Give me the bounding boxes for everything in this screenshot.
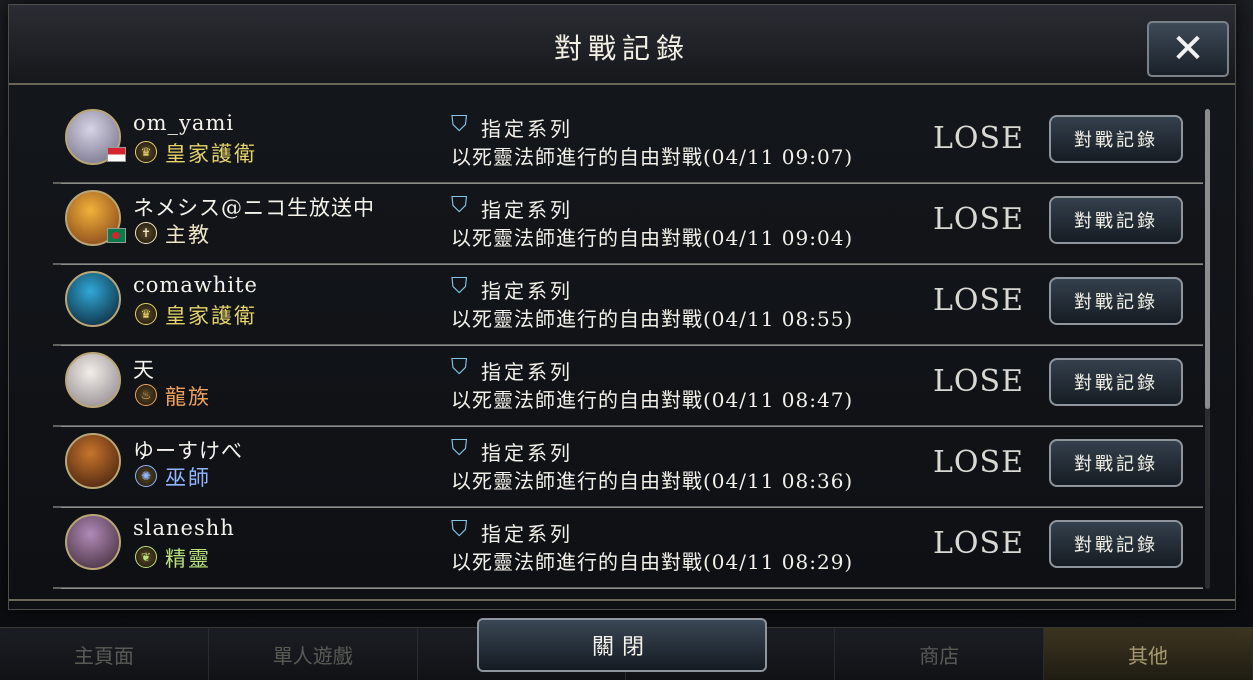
scrollbar-thumb[interactable] bbox=[1205, 109, 1210, 409]
match-result: LOSE bbox=[933, 445, 1024, 480]
dialog-divider bbox=[9, 599, 1235, 601]
view-replay-button[interactable]: 對戰記錄 bbox=[1049, 358, 1183, 406]
match-row: ネメシス@ニコ生放送中 ✝ 主教 ⛉ 指定系列以死靈法師進行的自由對戰(04/11 09… bbox=[53, 184, 1203, 265]
match-description: 以死靈法師進行的自由對戰(04/11 08:47) bbox=[451, 388, 854, 412]
format-shield-icon: ⛉ bbox=[451, 436, 468, 461]
opponent-name: slaneshh bbox=[133, 516, 235, 540]
elf-leaf-icon: ❦ bbox=[135, 546, 157, 568]
opponent-class: 巫師 bbox=[165, 466, 211, 490]
match-row: om_yami ♛ 皇家護衛 ⛉ 指定系列以死靈法師進行的自由對戰(04/11 09:0… bbox=[53, 103, 1203, 184]
format-shield-icon: ⛉ bbox=[451, 274, 468, 299]
opponent-class: 主教 bbox=[165, 223, 211, 247]
bishop-icon: ✝ bbox=[135, 222, 157, 244]
background-nav-item: 其他 bbox=[1044, 628, 1253, 680]
format-shield-icon: ⛉ bbox=[451, 355, 468, 380]
opponent-name: ネメシス@ニコ生放送中 bbox=[133, 196, 375, 220]
country-flag-icon bbox=[107, 147, 126, 162]
match-row: comawhite ♛ 皇家護衛 ⛉ 指定系列以死靈法師進行的自由對戰(04/11 08… bbox=[53, 265, 1203, 346]
country-flag-icon bbox=[107, 228, 126, 243]
match-result: LOSE bbox=[933, 202, 1024, 237]
opponent-avatar bbox=[65, 352, 121, 408]
opponent-avatar bbox=[65, 433, 121, 489]
format-label: 指定系列 bbox=[481, 279, 573, 303]
match-row: slaneshh ❦ 精靈 ⛉ 指定系列以死靈法師進行的自由對戰(04/11 08:29… bbox=[53, 508, 1203, 589]
view-replay-button[interactable]: 對戰記錄 bbox=[1049, 115, 1183, 163]
opponent-class: 龍族 bbox=[165, 385, 211, 409]
witch-icon: ✺ bbox=[135, 465, 157, 487]
format-label: 指定系列 bbox=[481, 117, 573, 141]
battle-record-dialog: 對戰記錄 ✕ om_yami ♛ 皇家護衛 ⛉ 指定系列 以死靈法師進行的自由對戰(04/… bbox=[8, 4, 1236, 610]
match-row: ゆーすけべ ✺ 巫師 ⛉ 指定系列以死靈法師進行的自由對戰(04/11 08:36) LO… bbox=[53, 427, 1203, 508]
close-dialog-button[interactable]: 關閉 bbox=[477, 618, 767, 672]
royal-crown-icon: ♛ bbox=[135, 141, 157, 163]
close-x-icon: ✕ bbox=[1171, 26, 1205, 72]
background-nav-item: 主頁面 bbox=[0, 628, 209, 680]
format-shield-icon: ⛉ bbox=[451, 517, 468, 542]
scrollbar[interactable] bbox=[1205, 109, 1210, 589]
opponent-avatar bbox=[65, 271, 121, 327]
match-description: 以死靈法師進行的自由對戰(04/11 09:04) bbox=[451, 226, 854, 250]
background-nav-item: 單人遊戲 bbox=[209, 628, 418, 680]
match-description: 以死靈法師進行的自由對戰(04/11 08:55) bbox=[451, 307, 854, 331]
opponent-class: 皇家護衛 bbox=[165, 142, 257, 166]
match-description: 以死靈法師進行的自由對戰(04/11 08:36) bbox=[451, 469, 854, 493]
match-history-list[interactable]: om_yami ♛ 皇家護衛 ⛉ 指定系列 以死靈法師進行的自由對戰(04/11 09:0… bbox=[53, 103, 1203, 591]
royal-crown-icon: ♛ bbox=[135, 303, 157, 325]
format-shield-icon: ⛉ bbox=[451, 112, 468, 137]
dragon-icon: ♨ bbox=[135, 384, 157, 406]
background-nav-item: 商店 bbox=[835, 628, 1045, 680]
opponent-class: 皇家護衛 bbox=[165, 304, 257, 328]
match-description: 以死靈法師進行的自由對戰(04/11 08:29) bbox=[451, 550, 854, 574]
match-result: LOSE bbox=[933, 364, 1024, 399]
match-result: LOSE bbox=[933, 526, 1024, 561]
format-shield-icon: ⛉ bbox=[451, 193, 468, 218]
opponent-class: 精靈 bbox=[165, 547, 211, 571]
match-result: LOSE bbox=[933, 121, 1024, 156]
view-replay-button[interactable]: 對戰記錄 bbox=[1049, 277, 1183, 325]
match-row: COIあるヽ_ィ⛉指定系列 bbox=[53, 589, 1203, 591]
match-result: LOSE bbox=[933, 283, 1024, 318]
view-replay-button[interactable]: 對戰記錄 bbox=[1049, 520, 1183, 568]
format-label: 指定系列 bbox=[481, 198, 573, 222]
format-label: 指定系列 bbox=[481, 522, 573, 546]
format-label: 指定系列 bbox=[481, 360, 573, 384]
opponent-name: 天 bbox=[133, 358, 155, 382]
opponent-name: comawhite bbox=[133, 273, 258, 297]
dialog-title-bar: 對戰記錄 ✕ bbox=[9, 5, 1235, 85]
view-replay-button[interactable]: 對戰記錄 bbox=[1049, 439, 1183, 487]
opponent-name: ゆーすけべ bbox=[133, 439, 243, 463]
match-description: 以死靈法師進行的自由對戰(04/11 09:07) bbox=[451, 145, 854, 169]
dialog-title: 對戰記錄 bbox=[553, 32, 690, 65]
close-button[interactable]: ✕ bbox=[1147, 21, 1229, 77]
format-label: 指定系列 bbox=[481, 441, 573, 465]
opponent-name: om_yami bbox=[133, 111, 235, 135]
match-row: 天 ♨ 龍族 ⛉ 指定系列以死靈法師進行的自由對戰(04/11 08:47) LOSE 對戰… bbox=[53, 346, 1203, 427]
opponent-avatar bbox=[65, 514, 121, 570]
view-replay-button[interactable]: 對戰記錄 bbox=[1049, 196, 1183, 244]
